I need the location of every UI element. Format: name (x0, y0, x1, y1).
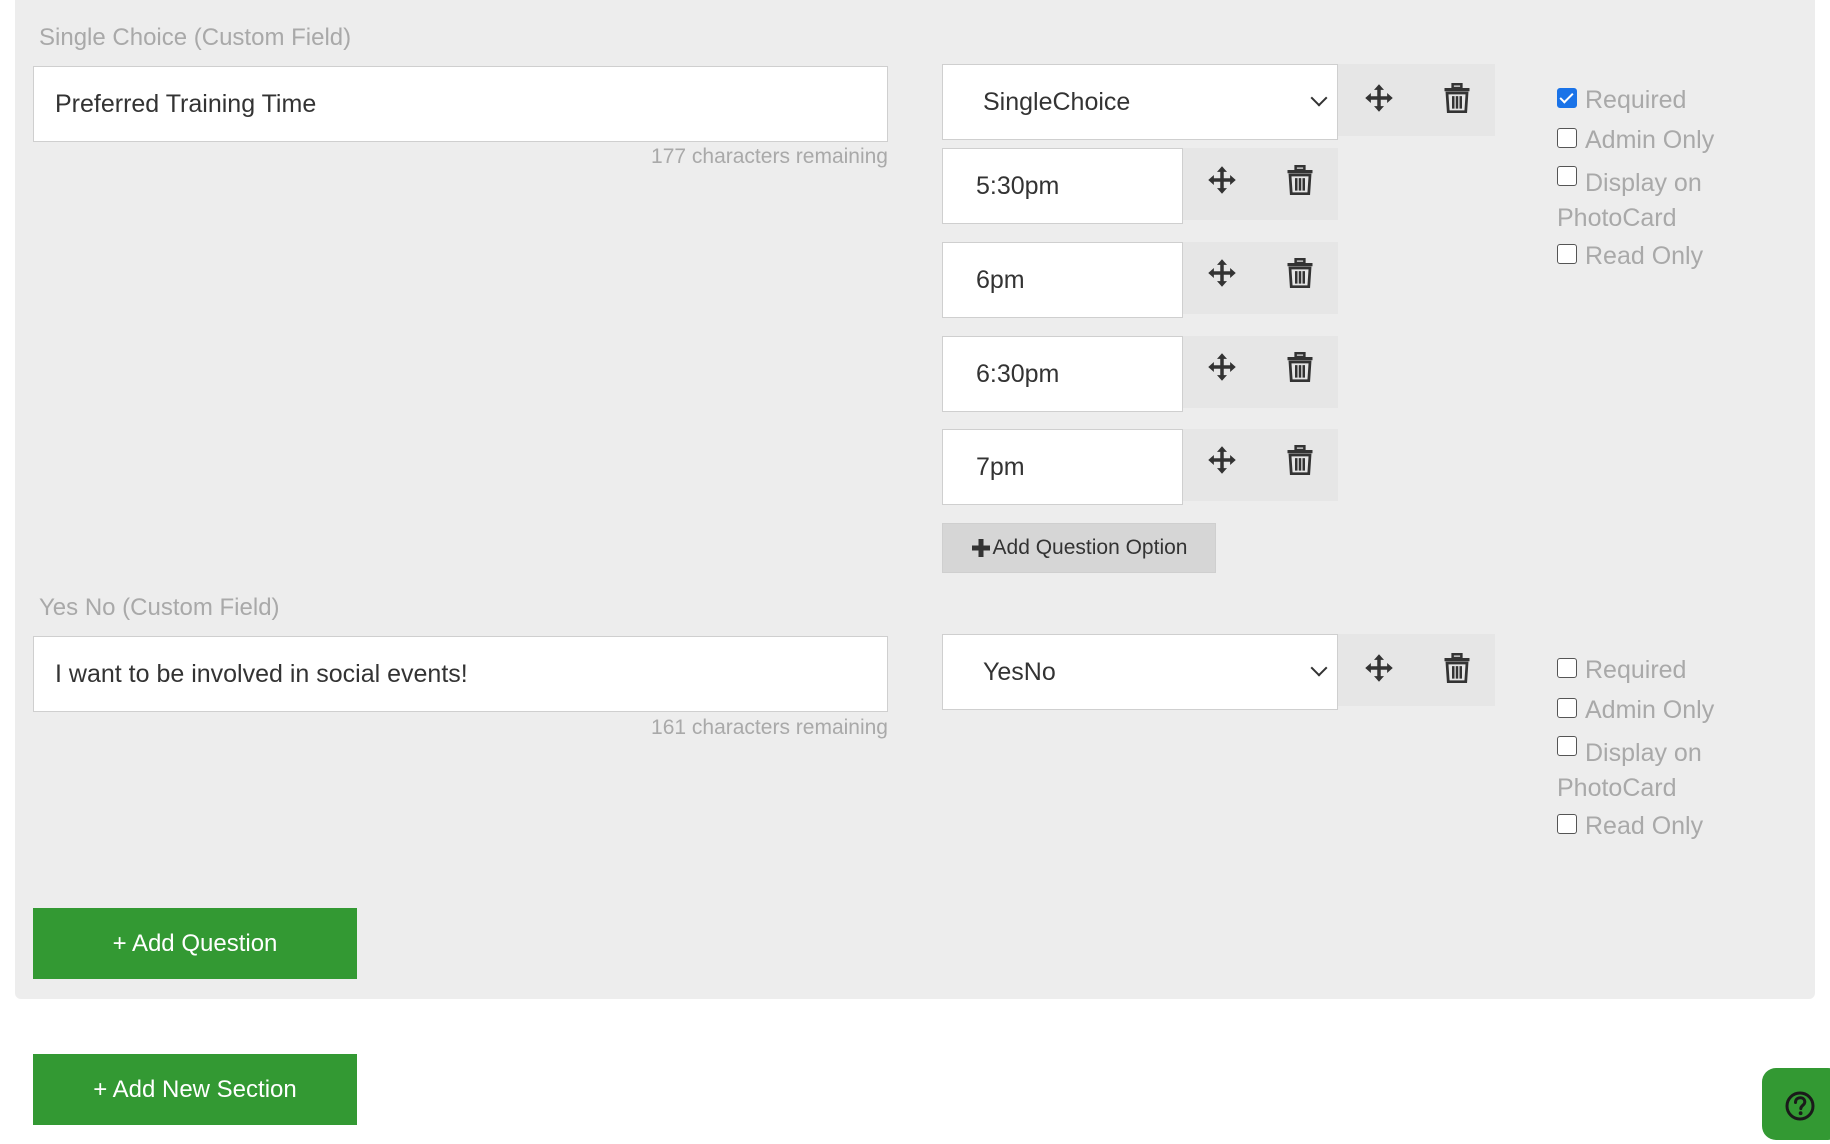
read-only-checkbox[interactable] (1557, 244, 1577, 264)
required-label: Required (1585, 86, 1687, 114)
option-input[interactable]: 5:30pm (942, 148, 1183, 224)
admin-only-label: Admin Only (1585, 696, 1715, 724)
help-circle-icon (1785, 1091, 1815, 1121)
required-option[interactable]: Required (1557, 86, 1757, 126)
question-text-input[interactable]: Preferred Training Time (33, 66, 888, 142)
display-on-photocard-option[interactable]: Display on PhotoCard (1557, 166, 1757, 242)
read-only-option[interactable]: Read Only (1557, 812, 1757, 852)
move-icon[interactable] (1364, 83, 1394, 113)
admin-only-option[interactable]: Admin Only (1557, 696, 1757, 736)
question-settings: Required Admin Only Display on PhotoCard… (1557, 86, 1757, 282)
admin-only-label: Admin Only (1585, 126, 1715, 154)
chevron-down-icon (1310, 659, 1328, 677)
admin-only-checkbox[interactable] (1557, 128, 1577, 148)
help-button[interactable] (1762, 1068, 1830, 1140)
option-controls (1183, 429, 1338, 501)
trash-icon[interactable] (1285, 352, 1315, 382)
required-checkbox[interactable] (1557, 88, 1577, 108)
option-controls (1183, 148, 1338, 220)
display-on-photocard-option[interactable]: Display on PhotoCard (1557, 736, 1757, 812)
characters-remaining: 161 characters remaining (651, 716, 888, 739)
trash-icon[interactable] (1442, 83, 1472, 113)
field-type-value: SingleChoice (983, 88, 1131, 116)
move-icon[interactable] (1207, 445, 1237, 475)
question-text-input[interactable]: I want to be involved in social events! (33, 636, 888, 712)
move-icon[interactable] (1207, 258, 1237, 288)
required-option[interactable]: Required (1557, 656, 1757, 696)
question-controls (1338, 634, 1495, 706)
required-label: Required (1585, 656, 1687, 684)
required-checkbox[interactable] (1557, 658, 1577, 678)
add-question-button[interactable]: + Add Question (33, 908, 357, 979)
move-icon[interactable] (1207, 165, 1237, 195)
question-settings: Required Admin Only Display on PhotoCard… (1557, 656, 1757, 852)
plus-icon (971, 539, 990, 557)
question-type-label: Yes No (Custom Field) (39, 594, 280, 621)
field-type-select[interactable]: YesNo (942, 634, 1338, 710)
trash-icon[interactable] (1285, 165, 1315, 195)
chevron-down-icon (1310, 89, 1328, 107)
display-on-photocard-label: Display on PhotoCard (1557, 169, 1702, 232)
move-icon[interactable] (1207, 352, 1237, 382)
option-input[interactable]: 6:30pm (942, 336, 1183, 412)
question-type-label: Single Choice (Custom Field) (39, 24, 352, 51)
field-type-value: YesNo (983, 658, 1056, 686)
add-question-option-button[interactable]: Add Question Option (942, 523, 1216, 573)
question-controls (1338, 64, 1495, 136)
trash-icon[interactable] (1285, 445, 1315, 475)
admin-only-option[interactable]: Admin Only (1557, 126, 1757, 166)
questions-panel (15, 0, 1815, 999)
add-new-section-button[interactable]: + Add New Section (33, 1054, 357, 1125)
admin-only-checkbox[interactable] (1557, 698, 1577, 718)
field-type-select[interactable]: SingleChoice (942, 64, 1338, 140)
display-on-photocard-label: Display on PhotoCard (1557, 739, 1702, 802)
read-only-label: Read Only (1585, 242, 1704, 270)
read-only-option[interactable]: Read Only (1557, 242, 1757, 282)
add-question-option-label: Add Question Option (992, 536, 1188, 559)
option-controls (1183, 336, 1338, 408)
read-only-label: Read Only (1585, 812, 1704, 840)
trash-icon[interactable] (1285, 258, 1315, 288)
read-only-checkbox[interactable] (1557, 814, 1577, 834)
option-input[interactable]: 6pm (942, 242, 1183, 318)
move-icon[interactable] (1364, 653, 1394, 683)
trash-icon[interactable] (1442, 653, 1472, 683)
option-input[interactable]: 7pm (942, 429, 1183, 505)
characters-remaining: 177 characters remaining (651, 145, 888, 168)
option-controls (1183, 242, 1338, 314)
